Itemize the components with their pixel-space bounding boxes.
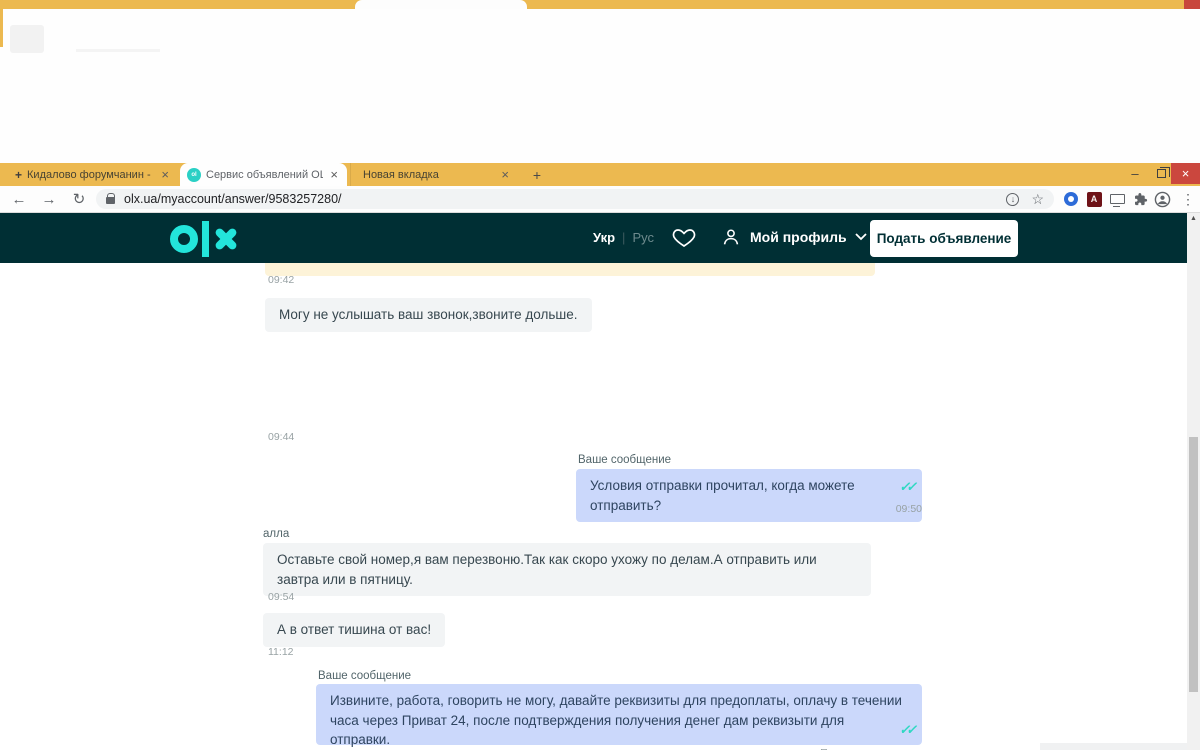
tab-title: Сервис объявлений OLX: сайт – — [206, 168, 324, 181]
profile-avatar-icon[interactable] — [1152, 189, 1172, 209]
window-close-button[interactable]: × — [1171, 163, 1200, 184]
chevron-down-icon — [855, 233, 867, 241]
background-window-tabstrip — [0, 0, 1200, 9]
browser-menu-icon[interactable]: ⋮ — [1178, 189, 1198, 209]
language-switcher: Укр | Рус — [593, 230, 654, 245]
message-time: 09:42 — [268, 274, 295, 286]
background-window-close-button[interactable] — [1184, 0, 1200, 9]
logo-x-shape — [213, 225, 239, 253]
forward-icon[interactable]: → — [38, 188, 60, 210]
post-ad-button[interactable]: Подать объявление — [870, 220, 1018, 257]
user-icon — [723, 229, 739, 245]
incoming-message-bubble: Могу не услышать ваш звонок,звоните доль… — [265, 298, 592, 332]
read-check-icon: ✓✓ — [899, 479, 917, 494]
background-window-active-tab — [355, 0, 527, 9]
bookmark-star-icon[interactable]: ☆ — [1031, 191, 1044, 208]
extensions-puzzle-icon[interactable] — [1130, 189, 1150, 209]
message-time: 09:44 — [268, 431, 295, 443]
browser-window: + Кидалово форумчанин - markb × ol Серви… — [0, 163, 1200, 750]
extension-blue-icon[interactable] — [1061, 189, 1081, 209]
scroll-up-arrow-icon[interactable]: ▲ — [1187, 215, 1200, 222]
back-icon[interactable]: ← — [8, 188, 30, 210]
new-tab-button[interactable]: + — [528, 166, 546, 184]
your-message-label: Ваше сообщение — [318, 670, 412, 682]
lang-rus-link[interactable]: Рус — [632, 230, 654, 245]
message-time: 09:54 — [268, 591, 295, 603]
tab-strip: + Кидалово форумчанин - markb × ol Серви… — [0, 163, 1200, 186]
outgoing-message-bubble: Извините, работа, говорить не могу, дава… — [316, 684, 922, 748]
tab-close-icon[interactable]: × — [328, 168, 340, 181]
cast-icon[interactable] — [1107, 189, 1127, 209]
background-window[interactable] — [0, 0, 1200, 163]
incoming-message-bubble: Оставьте свой номер,я вам перезвоню.Так … — [263, 543, 871, 597]
olx-header: Укр | Рус Мой профиль Подать объявление — [0, 213, 1200, 263]
message-time: 11:12 — [268, 646, 294, 658]
tab-title: Новая вкладка — [363, 168, 439, 181]
lang-ukr-link[interactable]: Укр — [593, 230, 615, 245]
my-profile-menu[interactable]: Мой профиль — [720, 226, 867, 248]
tab-new[interactable]: Новая вкладка × — [350, 163, 518, 186]
profile-label: Мой профиль — [750, 229, 847, 245]
olx-favicon-icon: ol — [187, 167, 201, 182]
incoming-message-bubble: А в ответ тишина от вас! — [263, 613, 446, 647]
background-window-content — [76, 49, 160, 52]
url-text[interactable]: olx.ua/myaccount/answer/9583257280/ — [124, 192, 994, 206]
window-minimize-button[interactable]: – — [1122, 163, 1148, 184]
your-message-label: Ваше сообщение — [578, 454, 672, 466]
tab-close-icon[interactable]: × — [499, 168, 511, 181]
lang-divider: | — [622, 230, 626, 245]
adobe-acrobat-icon[interactable]: A — [1084, 189, 1104, 209]
truncated-highlight-message — [265, 263, 875, 276]
background-window-edge — [0, 9, 3, 47]
sender-name-label: алла — [263, 528, 290, 540]
address-bar[interactable]: olx.ua/myaccount/answer/9583257280/ ↓ ☆ — [96, 189, 1054, 209]
logo-o-shape — [170, 225, 198, 253]
message-text: Извините, работа, говорить не могу, дава… — [330, 693, 902, 748]
olx-logo[interactable] — [170, 221, 239, 257]
puzzle-icon — [1134, 192, 1147, 205]
tab-title: Кидалово форумчанин - markb — [27, 168, 154, 181]
scrollbar-thumb[interactable] — [1189, 437, 1198, 692]
lock-icon — [106, 192, 115, 204]
page-background-region — [1040, 743, 1187, 750]
background-window-content — [10, 25, 44, 53]
browser-toolbar: ← → ↻ olx.ua/myaccount/answer/9583257280… — [0, 186, 1200, 213]
tab-close-icon[interactable]: × — [159, 168, 171, 181]
read-check-icon: ✓✓ — [899, 722, 917, 738]
restore-icon — [1156, 167, 1170, 178]
tab-olx-active[interactable]: ol Сервис объявлений OLX: сайт – × — [180, 163, 347, 186]
tab-forum[interactable]: + Кидалово форумчанин - markb × — [8, 163, 178, 186]
favorites-heart-icon[interactable] — [672, 226, 696, 255]
reload-icon[interactable]: ↻ — [68, 188, 90, 210]
chat-content: 09:42 Могу не услышать ваш звонок,звонит… — [0, 263, 1187, 750]
page-scrollbar[interactable]: ▲ — [1187, 213, 1200, 750]
logo-bar-shape — [202, 221, 209, 257]
message-time: 09:50 — [895, 503, 922, 515]
offline-download-icon[interactable]: ↓ — [1006, 192, 1020, 206]
pinned-cross-icon: + — [15, 167, 23, 182]
